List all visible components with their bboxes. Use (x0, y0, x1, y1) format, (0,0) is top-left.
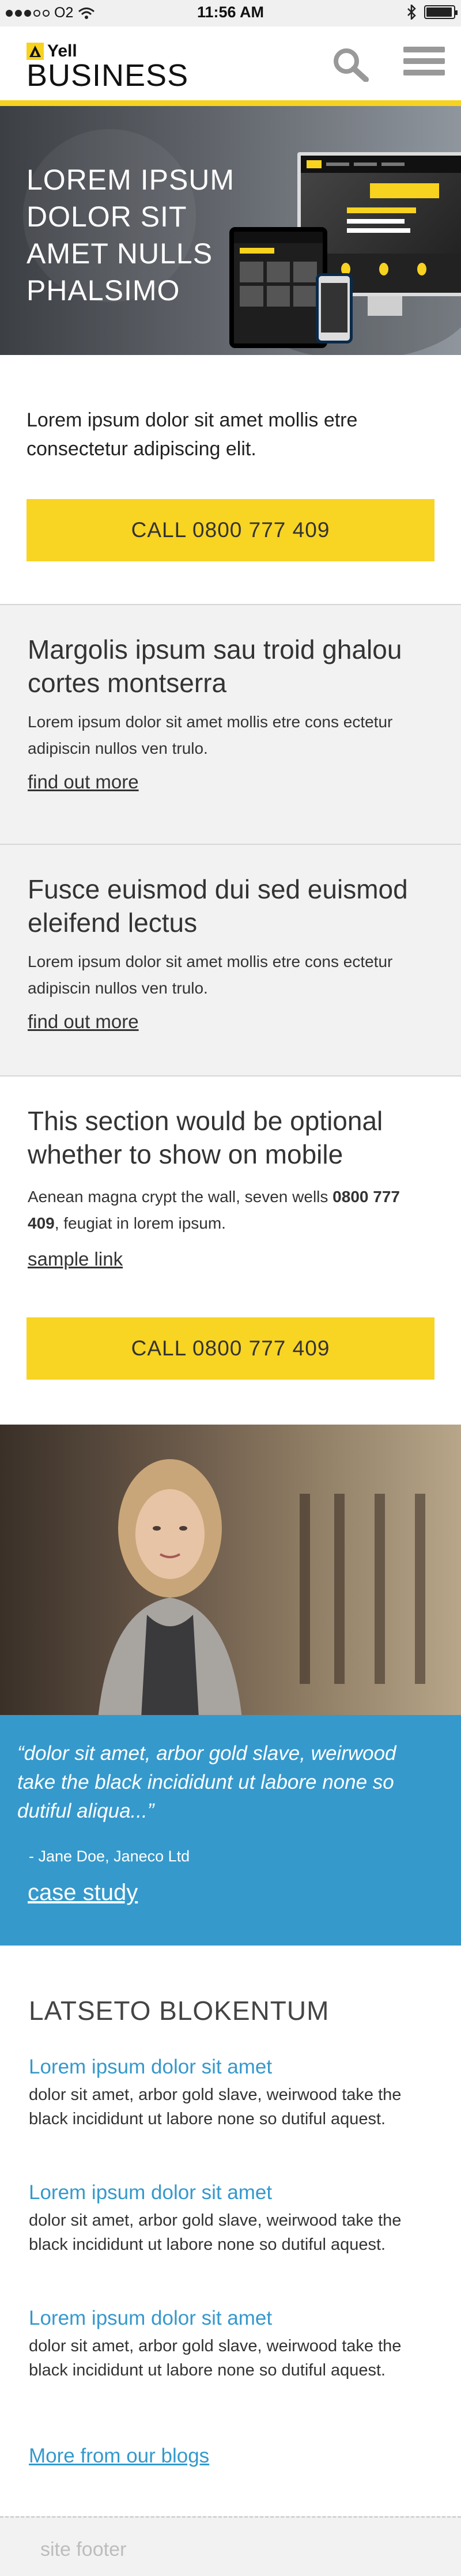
optional-body: Aenean magna crypt the wall, seven wells… (28, 1184, 431, 1237)
testimonial-text: dolor sit amet, arbor gold slave, weirwo… (17, 1742, 396, 1822)
case-study-link[interactable]: case study (28, 1880, 138, 1906)
intro-section: Lorem ipsum dolor sit amet mollis etre c… (0, 355, 461, 604)
status-right (407, 5, 458, 20)
hero-title: LOREM IPSUM DOLOR SIT AMET NULLS PHALSIM… (27, 164, 235, 307)
blog-item: Lorem ipsum dolor sit amet dolor sit ame… (29, 2180, 432, 2257)
blog-section: LATSETO BLOKENTUM Lorem ipsum dolor sit … (0, 1946, 461, 2516)
intro-text: Lorem ipsum dolor sit amet mollis etre c… (27, 409, 358, 460)
testimonial-author: - Jane Doe, Janeco Ltd (29, 1848, 190, 1865)
testimonial-quote: “dolor sit amet, arbor gold slave, weirw… (17, 1739, 438, 1826)
menu-icon (403, 47, 445, 81)
customer-photo (0, 1425, 461, 1715)
tablet-screen-image (229, 227, 327, 348)
phone-screen-image (316, 273, 353, 343)
battery-level (426, 7, 452, 17)
call-button[interactable]: CALL 0800 777 409 (27, 499, 434, 561)
blog-excerpt: dolor sit amet, arbor gold slave, weirwo… (29, 2211, 402, 2254)
blog-item: Lorem ipsum dolor sit amet dolor sit ame… (29, 2305, 432, 2382)
blog-section-title: LATSETO BLOKENTUM (29, 1996, 330, 2026)
find-out-more-link[interactable]: find out more (28, 771, 139, 793)
yell-business-logo[interactable]: Yell BUSINESS (27, 41, 188, 91)
open-quote-mark: “ (17, 1742, 24, 1765)
sample-link[interactable]: sample link (28, 1248, 123, 1270)
blog-link[interactable]: Lorem ipsum dolor sit amet (29, 2180, 432, 2206)
blog-excerpt: dolor sit amet, arbor gold slave, weirwo… (29, 2337, 402, 2379)
yell-logo-icon (27, 43, 44, 60)
search-button[interactable] (327, 44, 373, 84)
hero-banner: LOREM IPSUM DOLOR SIT AMET NULLS PHALSIM… (0, 106, 461, 355)
site-footer: site footer (0, 2516, 461, 2576)
find-out-more-link[interactable]: find out more (28, 1011, 139, 1033)
bluetooth-icon (407, 5, 416, 20)
battery-icon (424, 5, 458, 19)
search-icon (334, 48, 369, 82)
brand-bottom: BUSINESS (27, 58, 189, 93)
panel-title: Fusce euismod dui sed euismod eleifend l… (28, 874, 408, 938)
feature-panel-1: Margolis ipsum sau troid ghalou cortes m… (0, 604, 461, 844)
blog-link[interactable]: Lorem ipsum dolor sit amet (29, 2305, 432, 2332)
testimonial-section: “dolor sit amet, arbor gold slave, weirw… (0, 1715, 461, 1946)
close-quote-mark: ” (147, 1800, 154, 1822)
optional-body-text: Aenean magna crypt the wall, seven wells (28, 1188, 333, 1206)
blog-excerpt: dolor sit amet, arbor gold slave, weirwo… (29, 2086, 402, 2128)
status-time: 11:56 AM (197, 3, 264, 21)
blog-link[interactable]: Lorem ipsum dolor sit amet (29, 2054, 432, 2080)
call-button-2[interactable]: CALL 0800 777 409 (27, 1317, 434, 1380)
status-bar: O2 11:56 AM (0, 0, 461, 27)
optional-title: This section would be optional whether t… (28, 1106, 383, 1169)
blog-item: Lorem ipsum dolor sit amet dolor sit ame… (29, 2054, 432, 2131)
devices-illustration (229, 152, 461, 348)
feature-panel-2: Fusce euismod dui sed euismod eleifend l… (0, 844, 461, 1075)
site-header: Yell BUSINESS (0, 27, 461, 106)
panel-body: Lorem ipsum dolor sit amet mollis etre c… (28, 713, 393, 757)
person-image (98, 1459, 242, 1715)
optional-body-text-end: , feugiat in lorem ipsum. (54, 1214, 226, 1232)
menu-button[interactable] (401, 44, 447, 84)
more-blogs-link[interactable]: More from our blogs (29, 2445, 209, 2468)
panel-title: Margolis ipsum sau troid ghalou cortes m… (28, 634, 402, 698)
panel-body: Lorem ipsum dolor sit amet mollis etre c… (28, 953, 393, 997)
optional-section: This section would be optional whether t… (0, 1075, 461, 1425)
footer-text: site footer (40, 2539, 127, 2560)
